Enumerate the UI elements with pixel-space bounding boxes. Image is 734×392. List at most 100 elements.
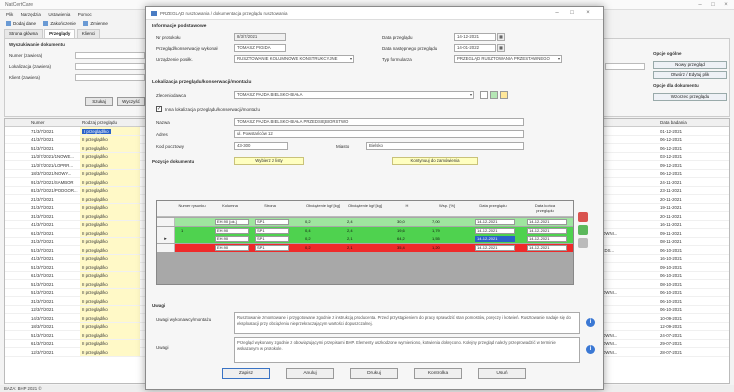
- save-button[interactable]: Zapisz: [222, 368, 270, 379]
- minimize-icon[interactable]: –: [694, 1, 706, 9]
- menu-settings[interactable]: Ustawienia: [48, 11, 70, 19]
- item-d1[interactable]: 14-12-2021: [475, 236, 515, 242]
- notes2-textarea[interactable]: Przegląd wykonany zgodnie z obowiązujący…: [234, 337, 580, 363]
- toolbar-finish[interactable]: Zakończenie: [43, 19, 76, 28]
- calendar-icon[interactable]: ▦: [497, 44, 505, 52]
- review-template-button[interactable]: Wzorzec przeglądu: [653, 93, 727, 101]
- menu-tools[interactable]: Narzędzia: [21, 11, 41, 19]
- scaffold-type-select[interactable]: RUSZTOWANIE KOLUMNOWE KONSTRUKCYJNE ▾: [234, 55, 354, 63]
- control-button[interactable]: Kontrolka: [414, 368, 462, 379]
- next-review-field[interactable]: 14-01-2022: [454, 44, 496, 52]
- filter-number-input[interactable]: [75, 52, 145, 59]
- delete-button[interactable]: Usuń: [478, 368, 526, 379]
- search-button[interactable]: Szukaj: [85, 97, 113, 106]
- address-field[interactable]: ul. Powstańców 12: [234, 130, 524, 138]
- grid-header-type[interactable]: Rodzaj przeglądu: [82, 120, 117, 125]
- binoculars-icon[interactable]: [480, 91, 488, 99]
- maximize-icon[interactable]: □: [707, 1, 719, 9]
- items-header-coef[interactable]: Wsp. [%]: [432, 203, 462, 208]
- close-icon[interactable]: ×: [582, 10, 594, 17]
- open-edit-button[interactable]: Otwórz / Edytuj plik: [653, 71, 727, 79]
- number-field[interactable]: 8/3/7/2021: [234, 33, 286, 41]
- item-d1[interactable]: 14-12-2021: [475, 219, 515, 225]
- item-l2[interactable]: 2,4: [347, 228, 377, 234]
- same-location-checkbox[interactable]: ✓: [156, 106, 162, 112]
- minimize-icon[interactable]: –: [551, 10, 563, 17]
- item-d1[interactable]: 14-12-2021: [475, 244, 515, 251]
- continue-order-button[interactable]: Kontynuuj do zamówienia: [392, 157, 478, 165]
- print-button[interactable]: Drukuj: [350, 368, 398, 379]
- item-d1[interactable]: 14-12-2021: [475, 227, 515, 234]
- review-date-field[interactable]: 14-12-2021: [454, 33, 496, 41]
- item-side[interactable]: SP1: [255, 244, 289, 251]
- items-header-date[interactable]: Data przeglądu: [475, 203, 511, 208]
- items-header-h[interactable]: H: [397, 203, 417, 208]
- item-d2[interactable]: 14-12-2021: [527, 236, 567, 242]
- info-icon[interactable]: i: [586, 318, 595, 327]
- grid-header-date[interactable]: Data badania: [660, 120, 687, 125]
- calendar-icon[interactable]: ▦: [497, 33, 505, 41]
- item-h[interactable]: 30,0: [397, 219, 421, 225]
- filter-right-input[interactable]: [605, 63, 645, 70]
- item-h[interactable]: 35,4: [397, 245, 421, 251]
- add-row-icon[interactable]: [578, 225, 588, 235]
- clear-button[interactable]: Wyczyść: [117, 97, 145, 106]
- delete-row-icon[interactable]: [578, 212, 588, 222]
- item-w[interactable]: 1,79: [432, 228, 458, 234]
- item-l1[interactable]: 0,2: [305, 236, 335, 242]
- filter-client-input[interactable]: [75, 74, 145, 81]
- item-side[interactable]: SP1: [255, 219, 289, 225]
- maximize-icon[interactable]: □: [566, 10, 578, 17]
- close-icon[interactable]: ×: [720, 1, 732, 9]
- item-h[interactable]: 64,2: [397, 236, 421, 242]
- name-field[interactable]: TOMASZ PAJDA BIELSKO-BIAŁA PRZEDSIĘBIORS…: [234, 118, 524, 126]
- items-header-load1[interactable]: Obciążenie kgf [kg]: [305, 203, 341, 208]
- grid-header-number[interactable]: Numer: [31, 120, 45, 125]
- item-l2[interactable]: 2,1: [347, 236, 377, 242]
- item-num[interactable]: [181, 236, 201, 242]
- copy-row-icon[interactable]: [578, 238, 588, 248]
- notes1-textarea[interactable]: Rusztowanie zmontowane i przygotowane zg…: [234, 312, 580, 334]
- item-col[interactable]: EH.90: [215, 236, 249, 242]
- client-select[interactable]: TOMASZ PAJDA BIELSKO-BIAŁA ▾: [234, 91, 474, 99]
- toolbar-add-data[interactable]: Dodaj dane: [6, 19, 36, 28]
- item-w[interactable]: 7,00: [432, 219, 458, 225]
- info-icon[interactable]: i: [586, 345, 595, 354]
- item-l2[interactable]: 2,4: [347, 219, 377, 225]
- menu-file[interactable]: Plik: [6, 11, 13, 19]
- item-w[interactable]: 1,20: [432, 245, 458, 251]
- item-num[interactable]: 1: [181, 228, 201, 234]
- item-l2[interactable]: 2,1: [347, 245, 377, 251]
- item-col[interactable]: EH.90: [215, 244, 249, 251]
- item-l1[interactable]: 0,2: [305, 219, 335, 225]
- reviewer-field[interactable]: TOMASZ PIGIDA: [234, 44, 286, 52]
- edit-client-icon[interactable]: [500, 91, 508, 99]
- new-review-button[interactable]: Nowy przegląd: [653, 61, 727, 69]
- item-d2[interactable]: 14-12-2021: [527, 227, 567, 234]
- item-row[interactable]: EH.90 SP1 0,2 2,1 35,4 1,20 14-12-2021 14-12-20…: [157, 243, 573, 252]
- doc-type-select[interactable]: PRZEGLĄD RUSZTOWANIA PRZESTAWNEGO ▾: [454, 55, 562, 63]
- items-header-column[interactable]: Kolumna: [215, 203, 245, 208]
- city-field[interactable]: Bielsko: [366, 142, 524, 150]
- cancel-button[interactable]: Anuluj: [286, 368, 334, 379]
- items-header-side[interactable]: Strona: [255, 203, 285, 208]
- toolbar-variables[interactable]: Zmienne: [83, 19, 108, 28]
- pick-from-list-button[interactable]: Wybierz z listy: [234, 157, 304, 165]
- item-w[interactable]: 1,55: [432, 236, 458, 242]
- item-d2[interactable]: 14-12-2021: [527, 219, 567, 225]
- add-client-icon[interactable]: [490, 91, 498, 99]
- items-header-load2[interactable]: Obciążenie kgf [kg]: [347, 203, 383, 208]
- item-l1[interactable]: 0,2: [305, 245, 335, 251]
- item-l1[interactable]: 0,4: [305, 228, 335, 234]
- items-header-enddate[interactable]: Data końca przeglądu: [527, 203, 563, 213]
- filter-location-input[interactable]: [75, 63, 145, 70]
- item-h[interactable]: 19,6: [397, 228, 421, 234]
- menu-help[interactable]: Pomoc: [78, 11, 92, 19]
- item-d2[interactable]: 14-12-2021: [527, 244, 567, 251]
- item-col[interactable]: EH.90: [215, 227, 249, 234]
- item-num[interactable]: [181, 245, 201, 251]
- item-col[interactable]: EH.90 [ok.]: [215, 219, 249, 225]
- postal-field[interactable]: 43-300: [234, 142, 288, 150]
- item-row[interactable]: ▸ EH.90 SP1 0,2 2,1 64,2 1,55 14-12-2021 14-12-2…: [157, 235, 573, 243]
- item-num[interactable]: [181, 219, 201, 225]
